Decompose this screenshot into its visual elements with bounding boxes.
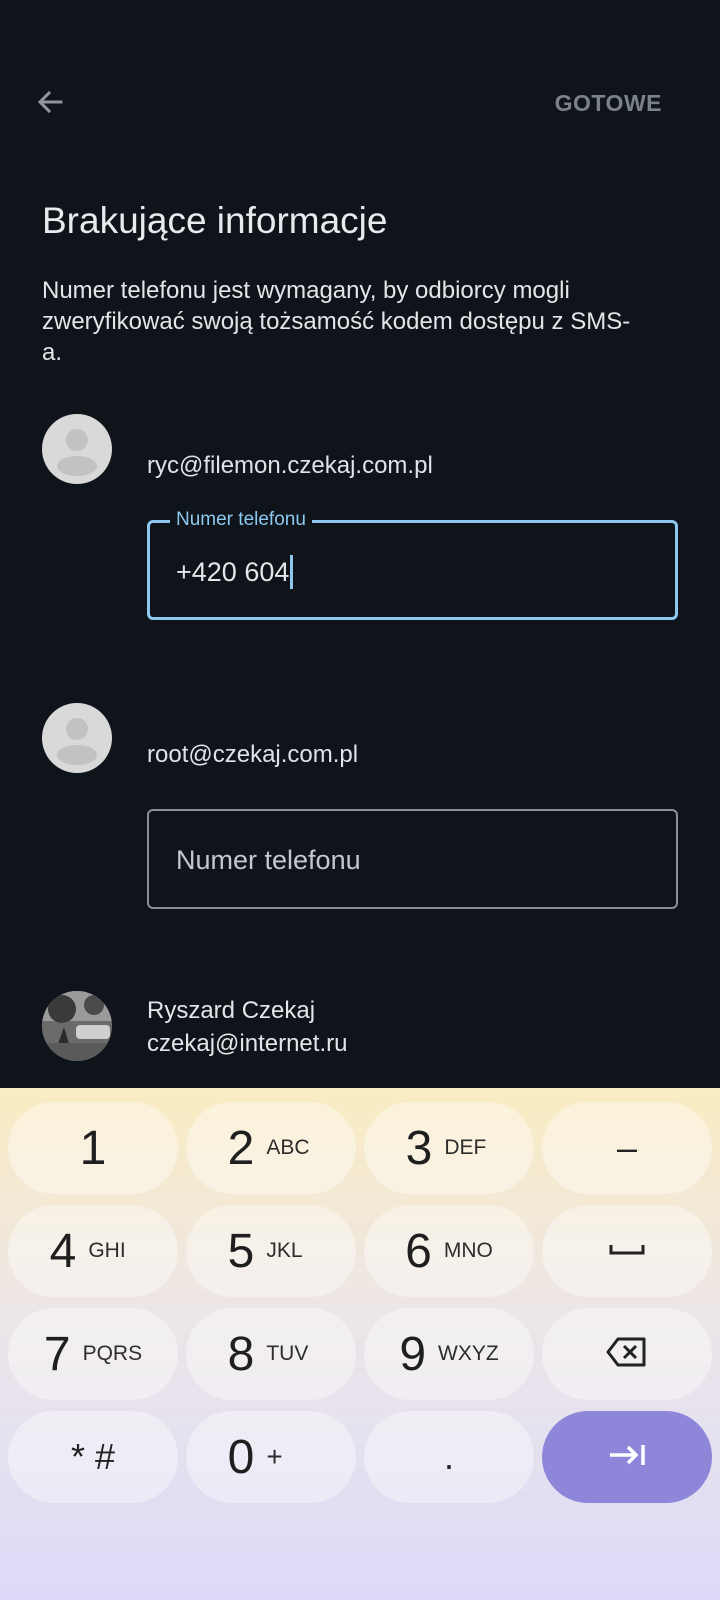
phone-input[interactable]: Numer telefonu — [147, 809, 678, 909]
recipient-email: root@czekaj.com.pl — [147, 741, 359, 768]
key-4[interactable]: 4 GHI — [8, 1205, 178, 1297]
contact-name: Ryszard Czekaj — [147, 997, 316, 1024]
key-5[interactable]: 5 JKL — [186, 1205, 356, 1297]
key-8[interactable]: 8 TUV — [186, 1308, 356, 1400]
key-0[interactable]: 0 + — [186, 1411, 356, 1503]
key-next[interactable] — [542, 1411, 712, 1503]
avatar-placeholder-icon — [42, 703, 112, 773]
key-space[interactable] — [542, 1205, 712, 1297]
key-1[interactable]: 1 — [8, 1102, 178, 1194]
done-button[interactable]: GOTOWE — [555, 90, 662, 117]
backspace-icon — [606, 1336, 648, 1373]
phone-input-label: Numer telefonu — [170, 509, 312, 531]
numeric-keyboard: 1 2 ABC 3 DEF – 4 GHI 5 JKL 6 MNO 7 PQRS… — [0, 1088, 720, 1600]
phone-input-placeholder: Numer telefonu — [176, 845, 361, 875]
space-icon — [607, 1239, 647, 1264]
key-2[interactable]: 2 ABC — [186, 1102, 356, 1194]
key-3[interactable]: 3 DEF — [364, 1102, 534, 1194]
key-dash[interactable]: – — [542, 1102, 712, 1194]
key-backspace[interactable] — [542, 1308, 712, 1400]
arrow-left-icon — [34, 86, 66, 123]
phone-input[interactable]: Numer telefonu +420 604 — [147, 509, 678, 620]
contact-email: czekaj@internet.ru — [147, 1030, 348, 1057]
key-6[interactable]: 6 MNO — [364, 1205, 534, 1297]
page-description: Numer telefonu jest wymagany, by odbiorc… — [42, 277, 631, 366]
phone-input-value: +420 604 — [176, 556, 290, 587]
contact-photo-avatar — [42, 991, 112, 1061]
top-app-bar: GOTOWE — [0, 0, 720, 210]
key-9[interactable]: 9 WXYZ — [364, 1308, 534, 1400]
avatar-placeholder-icon — [42, 414, 112, 484]
key-period[interactable]: . — [364, 1411, 534, 1503]
page-title: Brakujące informacje — [42, 200, 388, 241]
key-7[interactable]: 7 PQRS — [8, 1308, 178, 1400]
recipient-email: ryc@filemon.czekaj.com.pl — [147, 452, 433, 479]
tab-next-icon — [606, 1441, 648, 1474]
key-star-hash[interactable]: * # — [8, 1411, 178, 1503]
text-cursor — [290, 555, 294, 589]
back-button[interactable] — [28, 82, 72, 126]
